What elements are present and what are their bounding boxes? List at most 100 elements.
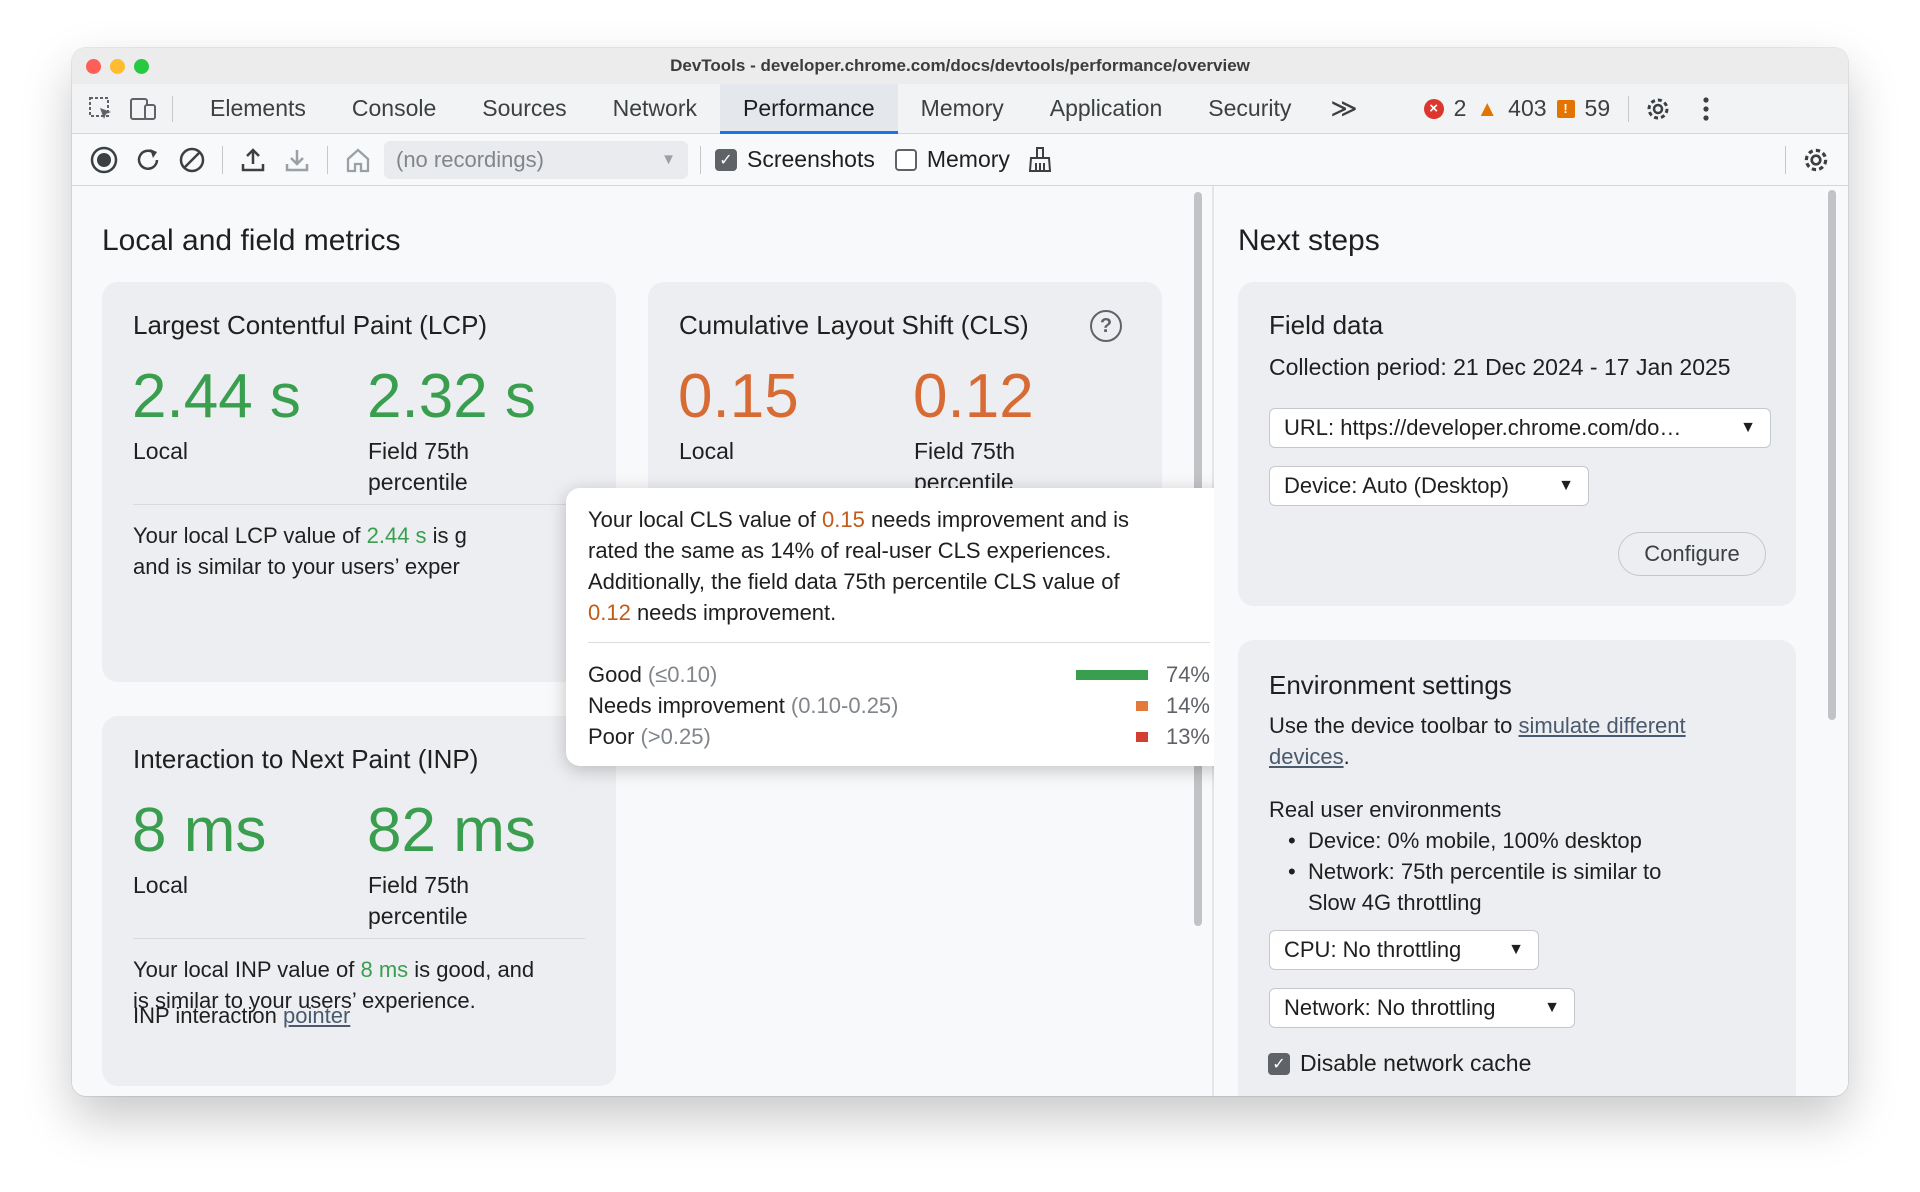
more-tabs-icon[interactable]: ≫ [1314, 84, 1373, 134]
tooltip-line: Your local CLS value of 0.15 needs impro… [588, 504, 1210, 535]
window-title: DevTools - developer.chrome.com/docs/dev… [670, 56, 1250, 75]
divider [133, 504, 585, 505]
record-icon[interactable] [82, 140, 126, 180]
screenshots-label: Screenshots [747, 146, 875, 172]
tab-sources[interactable]: Sources [459, 84, 589, 134]
home-icon[interactable] [336, 140, 380, 180]
zoom-window-button[interactable] [134, 59, 149, 74]
lcp-description-line: Your local LCP value of 2.44 s is g [133, 520, 467, 551]
devtools-window: DevTools - developer.chrome.com/docs/dev… [72, 48, 1848, 1096]
inp-interaction-link[interactable]: pointer [283, 1003, 350, 1028]
divider [1785, 145, 1786, 174]
tooltip-line: 0.12 needs improvement. [588, 597, 1210, 628]
text: Your local CLS value of [588, 507, 822, 532]
inp-interaction-label: INP interaction [133, 1003, 284, 1028]
distribution-row-needs-improvement: Needs improvement (0.10-0.25) 14% [588, 690, 1210, 721]
divider [327, 145, 328, 174]
device-select[interactable]: Device: Auto (Desktop) ▼ [1269, 466, 1589, 506]
tooltip-field-value: 0.12 [588, 600, 631, 625]
issue-counters[interactable]: × 2 ▲ 403 ! 59 [1423, 95, 1611, 122]
warning-icon: ▲ [1476, 95, 1499, 121]
disable-cache-checkbox[interactable]: ✓ Disable network cache [1268, 1050, 1531, 1077]
inp-interaction: INP interaction pointer [133, 1000, 350, 1031]
lcp-title: Largest Contentful Paint (LCP) [133, 310, 488, 340]
tab-network[interactable]: Network [590, 84, 720, 134]
cpu-throttling-select[interactable]: CPU: No throttling ▼ [1269, 930, 1539, 970]
cls-title: Cumulative Layout Shift (CLS) [679, 310, 1029, 340]
right-scrollbar[interactable] [1828, 190, 1836, 720]
row-name: Good [588, 661, 642, 687]
text: Your local INP value of [133, 957, 361, 982]
network-throttling-select[interactable]: Network: No throttling ▼ [1269, 988, 1575, 1028]
lcp-field-value: 2.32 s [367, 362, 536, 431]
device-toolbar-icon[interactable] [128, 94, 158, 124]
memory-label: Memory [926, 146, 1010, 172]
capture-settings-gear-icon[interactable] [1794, 140, 1838, 180]
tab-security[interactable]: Security [1185, 84, 1314, 134]
simulate-devices-link[interactable]: simulate different [1518, 713, 1685, 738]
row-bar-wrap: 14% [1136, 693, 1210, 719]
tab-performance[interactable]: Performance [720, 83, 898, 134]
garbage-collect-broom-icon[interactable] [1018, 140, 1062, 180]
more-options-icon[interactable] [1691, 94, 1721, 124]
inp-local-label: Local [133, 872, 188, 898]
lcp-local-label: Local [133, 438, 188, 464]
tab-application[interactable]: Application [1027, 84, 1186, 134]
text: Your local LCP value of [133, 523, 367, 548]
url-select[interactable]: URL: https://developer.chrome.com/do… ▼ [1269, 408, 1771, 448]
disable-cache-label: Disable network cache [1300, 1050, 1532, 1076]
simulate-devices-link[interactable]: devices [1269, 744, 1344, 769]
checkbox-checked-icon: ✓ [715, 148, 737, 171]
inspect-element-icon[interactable] [86, 94, 116, 124]
checkbox-unchecked-icon [894, 148, 917, 171]
row-range: (0.10-0.25) [790, 692, 899, 718]
field-data-title: Field data [1269, 310, 1384, 340]
lcp-card: Largest Contentful Paint (LCP) 2.44 s Lo… [102, 282, 616, 682]
recordings-select[interactable]: (no recordings) ▼ [384, 140, 688, 179]
environment-settings-title: Environment settings [1269, 670, 1512, 700]
download-icon[interactable] [275, 140, 319, 180]
minimize-window-button[interactable] [110, 59, 125, 74]
memory-checkbox[interactable]: Memory [894, 146, 1010, 173]
list-item: Network: 75th percentile is similar to Sl… [1288, 856, 1661, 918]
cls-local-value: 0.15 [678, 362, 799, 431]
lcp-description-line: and is similar to your users’ exper [133, 554, 460, 579]
tooltip-text: Your local CLS value of 0.15 needs impro… [588, 504, 1210, 628]
upload-icon[interactable] [231, 140, 275, 180]
row-percent: 74% [1165, 661, 1210, 687]
divider [133, 938, 585, 939]
real-user-environments-title: Real user environments [1269, 797, 1502, 822]
row-percent: 13% [1165, 723, 1210, 749]
row-bar-wrap: 74% [1076, 662, 1210, 688]
divider [172, 95, 173, 122]
inp-description-line: Your local INP value of 8 ms is good, an… [133, 954, 534, 985]
help-icon[interactable]: ? [1090, 310, 1122, 342]
lcp-inline-value: 2.44 s [366, 523, 427, 548]
field-label-line: Field 75th [914, 438, 1016, 464]
clear-icon[interactable] [170, 140, 214, 180]
chevron-down-icon: ▼ [1508, 941, 1524, 958]
tab-elements[interactable]: Elements [187, 84, 329, 134]
tab-memory[interactable]: Memory [898, 84, 1027, 134]
row-bar-wrap: 13% [1136, 724, 1210, 750]
distribution-row-poor: Poor (>0.25) 13% [588, 721, 1210, 752]
text: is good, and [408, 957, 535, 982]
tab-console[interactable]: Console [329, 84, 459, 134]
collection-period: Collection period: 21 Dec 2024 - 17 Jan … [1269, 354, 1731, 380]
screenshots-checkbox[interactable]: ✓ Screenshots [715, 146, 875, 173]
reload-record-icon[interactable] [126, 140, 170, 180]
divider [222, 145, 223, 174]
row-name: Poor [588, 723, 635, 749]
real-user-environments-list: Device: 0% mobile, 100% desktop Network:… [1288, 825, 1661, 918]
field-label-line: Field 75th [368, 438, 470, 464]
checkbox-checked-icon: ✓ [1268, 1052, 1290, 1075]
issues-icon: ! [1556, 99, 1575, 118]
text: is g [426, 523, 467, 548]
settings-gear-icon[interactable] [1643, 94, 1673, 124]
configure-button[interactable]: Configure [1618, 532, 1766, 576]
row-name: Needs improvement [588, 692, 785, 718]
divider [588, 642, 1210, 643]
network-select-value: Network: No throttling [1284, 995, 1496, 1020]
close-window-button[interactable] [86, 59, 101, 74]
issues-count: 59 [1584, 95, 1611, 121]
